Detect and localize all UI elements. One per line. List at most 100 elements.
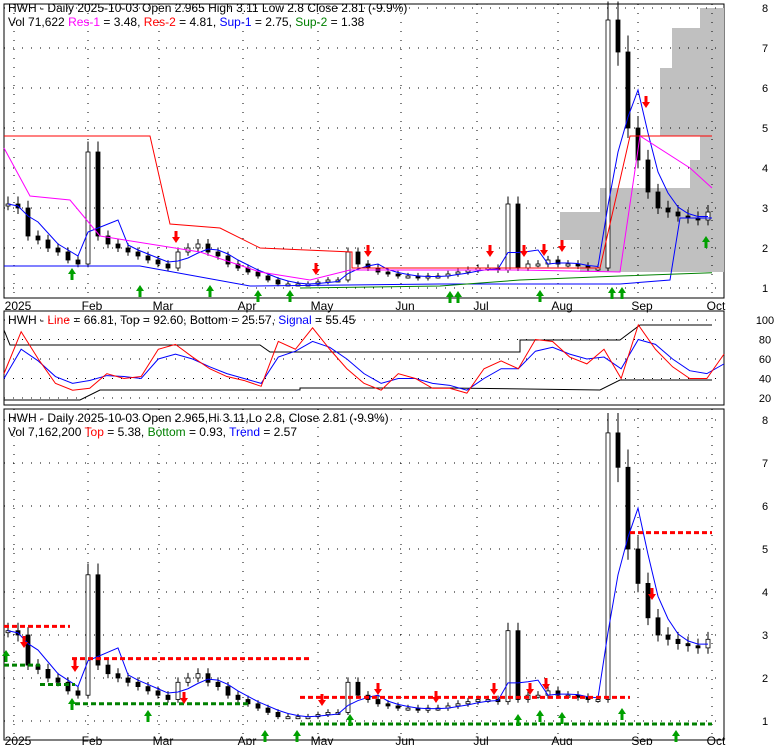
candle — [675, 211, 681, 217]
price-tick: 5 — [762, 544, 768, 556]
price-tick: 3 — [762, 630, 768, 642]
candle — [175, 681, 181, 700]
trend-value: = 2.57 — [260, 425, 298, 439]
candle — [25, 207, 31, 237]
sell-arrow-icon — [364, 245, 372, 257]
sell-arrow-icon — [71, 660, 79, 672]
res2-label: Res-2 — [143, 15, 176, 29]
month-label: Jun — [395, 734, 414, 745]
candle — [675, 638, 681, 644]
candle — [125, 247, 131, 253]
month-label: Aug — [551, 299, 572, 313]
candle — [325, 279, 331, 283]
buy-arrow-icon — [206, 285, 214, 297]
price-tick: 4 — [762, 587, 768, 599]
candle — [145, 255, 151, 261]
candle — [695, 645, 701, 649]
sup2-label: Sup-2 — [295, 15, 328, 29]
candle — [395, 705, 401, 709]
candle — [275, 279, 281, 285]
panel2-name: HWH - — [8, 313, 48, 327]
price-tick: 2 — [762, 673, 768, 685]
candle — [205, 243, 211, 253]
month-label: 2025 — [5, 734, 32, 745]
panel1-title: HWH - Daily 2025-10-03 Open 2.965 High 3… — [8, 1, 408, 15]
bottom-label: Bottom — [147, 425, 186, 439]
candle — [185, 677, 191, 683]
buy-arrow-icon — [68, 698, 76, 710]
candle — [705, 638, 711, 649]
candle — [265, 707, 271, 713]
sell-arrow-icon — [558, 240, 566, 252]
candle — [455, 703, 461, 707]
candle — [375, 699, 381, 705]
signal-line — [3, 338, 725, 391]
month-label: Jul — [473, 734, 488, 745]
candle — [85, 574, 91, 696]
signal-value: = 55.45 — [311, 313, 356, 327]
month-label: May — [311, 734, 334, 745]
candle — [575, 263, 581, 267]
candle — [635, 127, 641, 161]
sell-arrow-icon — [526, 683, 534, 695]
month-label: Mar — [153, 734, 174, 745]
month-label: Oct — [707, 299, 726, 313]
candle — [655, 617, 661, 636]
candle — [225, 255, 231, 265]
candle — [345, 251, 351, 281]
sell-arrow-icon — [312, 263, 320, 275]
price-tick: 1 — [762, 283, 768, 295]
panel2-header: HWH - Line = 66.81, Top = 92.60, Bottom … — [8, 313, 355, 327]
candle — [615, 432, 621, 468]
candle — [35, 235, 41, 241]
candle — [215, 251, 221, 257]
candle — [615, 19, 621, 53]
candle — [155, 690, 161, 696]
candle — [255, 271, 261, 277]
osc-bottom-band — [4, 379, 712, 401]
candle — [195, 673, 201, 679]
candle — [265, 275, 271, 281]
month-label: Apr — [238, 734, 257, 745]
candle — [565, 263, 571, 267]
sell-arrow-icon — [642, 96, 650, 108]
candle — [205, 673, 211, 683]
sup1-label: Sup-1 — [219, 15, 252, 29]
price-tick: 8 — [762, 3, 768, 15]
panel1-header: HWH - Daily 2025-10-03 Open 2.965 High 3… — [8, 1, 407, 29]
candle — [605, 432, 611, 700]
sell-arrow-icon — [172, 231, 180, 243]
buy-arrow-icon — [536, 290, 544, 302]
sell-arrow-icon — [490, 683, 498, 695]
candle — [395, 273, 401, 277]
candle — [45, 669, 51, 679]
sell-arrow-icon — [374, 683, 382, 695]
volume-profile-bar — [660, 68, 724, 136]
top-label: Top — [84, 425, 104, 439]
candle — [155, 259, 161, 265]
month-label: Mar — [153, 299, 174, 313]
candle — [95, 574, 101, 666]
candle — [255, 703, 261, 709]
candle — [175, 251, 181, 269]
price-tick: 6 — [762, 83, 768, 95]
month-label: Apr — [238, 299, 257, 313]
month-label: Feb — [82, 299, 103, 313]
buy-arrow-icon — [618, 287, 626, 299]
sell-arrow-icon — [520, 245, 528, 257]
candle — [45, 239, 51, 249]
candle — [515, 203, 521, 269]
res1-value: = 3.48, — [100, 15, 144, 29]
sell-arrow-icon — [318, 694, 326, 706]
price-tick: 4 — [762, 163, 768, 175]
buy-arrow-icon — [68, 268, 76, 280]
candle — [655, 191, 661, 209]
buy-arrow-icon — [618, 708, 626, 720]
candle — [635, 548, 641, 584]
candle — [645, 159, 651, 193]
sell-arrow-icon — [432, 691, 440, 703]
candle — [195, 243, 201, 249]
sell-arrow-icon — [180, 692, 188, 704]
month-label: 2025 — [5, 299, 32, 313]
bottom-value: = 0.93, — [185, 425, 230, 439]
